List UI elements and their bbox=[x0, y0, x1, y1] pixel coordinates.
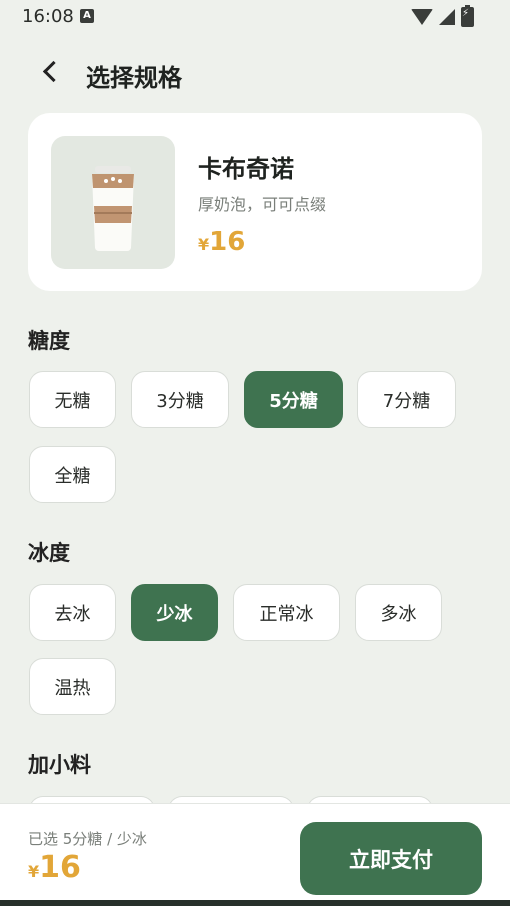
ice-option-no-ice[interactable]: 去冰 bbox=[29, 584, 116, 641]
ice-option-normal[interactable]: 正常冰 bbox=[233, 584, 340, 641]
cellular-signal-icon bbox=[439, 9, 455, 25]
product-description: 厚奶泡，可可点缀 bbox=[198, 195, 327, 214]
ice-option-extra[interactable]: 多冰 bbox=[355, 584, 442, 641]
ice-section-title: 冰度 bbox=[28, 541, 70, 565]
price-value: 16 bbox=[209, 227, 246, 257]
sugar-option-none[interactable]: 无糖 bbox=[29, 371, 116, 428]
chevron-left-icon bbox=[42, 60, 65, 83]
sugar-section-title: 糖度 bbox=[28, 329, 70, 353]
product-price: ¥16 bbox=[198, 227, 245, 257]
wifi-icon bbox=[411, 9, 433, 25]
sugar-option-30[interactable]: 3分糖 bbox=[131, 371, 229, 428]
status-bar: 16:08 A bbox=[0, 0, 510, 34]
checkout-bar: 已选 5分糖 / 少冰 ¥16 立即支付 bbox=[0, 803, 510, 901]
sugar-option-70[interactable]: 7分糖 bbox=[357, 371, 456, 428]
product-name: 卡布奇诺 bbox=[198, 155, 294, 183]
total-price-value: 16 bbox=[39, 850, 81, 885]
notification-a-icon: A bbox=[80, 9, 94, 23]
toppings-section-title: 加小料 bbox=[28, 753, 91, 777]
total-price: ¥16 bbox=[28, 850, 81, 885]
coffee-cup-icon bbox=[92, 166, 134, 251]
status-time: 16:08 bbox=[22, 6, 74, 27]
ice-option-warm[interactable]: 温热 bbox=[29, 658, 116, 715]
ice-option-less-ice-selected[interactable]: 少冰 bbox=[131, 584, 218, 641]
selected-summary: 已选 5分糖 / 少冰 bbox=[28, 830, 147, 848]
sugar-option-full[interactable]: 全糖 bbox=[29, 446, 116, 503]
sugar-option-50-selected[interactable]: 5分糖 bbox=[244, 371, 343, 428]
navigation-bar bbox=[0, 900, 510, 906]
battery-charging-icon bbox=[461, 5, 474, 27]
product-image bbox=[51, 136, 175, 269]
page-title: 选择规格 bbox=[86, 64, 182, 92]
status-icons bbox=[411, 5, 474, 27]
product-card: 卡布奇诺 厚奶泡，可可点缀 ¥16 bbox=[28, 113, 482, 291]
currency-symbol: ¥ bbox=[28, 862, 40, 881]
currency-symbol: ¥ bbox=[198, 235, 210, 254]
back-button[interactable] bbox=[38, 58, 68, 88]
pay-now-button[interactable]: 立即支付 bbox=[300, 822, 482, 895]
